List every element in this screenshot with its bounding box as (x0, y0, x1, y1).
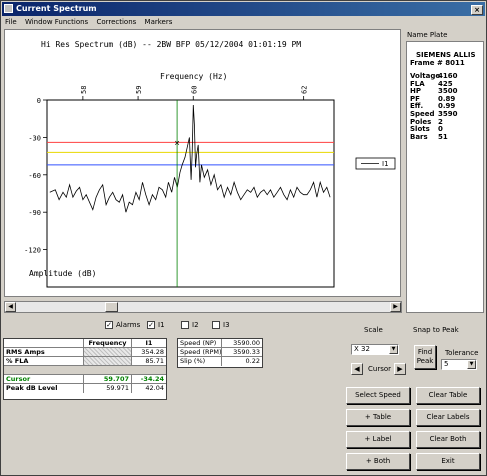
tolerance-select[interactable]: 5 ▼ (441, 359, 477, 370)
app-icon (4, 4, 13, 13)
cursor-label: Cursor (368, 365, 392, 373)
y-tick-label: 0 (37, 97, 41, 105)
results-table: Frequency I1 RMS Amps 354.28 % FLA 85.71… (3, 338, 167, 400)
speed-table: Speed (NP) 3590.00 Speed (RPM) 3590.33 S… (177, 338, 263, 368)
menu-window-functions[interactable]: Window Functions (22, 16, 91, 29)
table-row[interactable]: Speed (RPM) 3590.33 (178, 348, 262, 357)
nameplate-maker: SIEMENS ALLIS (416, 51, 476, 59)
exit-button[interactable]: Exit (416, 453, 480, 470)
menu-corrections[interactable]: Corrections (93, 16, 139, 29)
dropdown-arrow-icon[interactable]: ▼ (389, 345, 398, 354)
spectrum-chart-panel: Hi Res Spectrum (dB) -- 2BW BFP 05/12/20… (4, 29, 401, 297)
nameplate-label: Name Plate (407, 31, 448, 39)
snap-to-peak-label: Snap to Peak (413, 326, 459, 334)
chart-title: Hi Res Spectrum (dB) -- 2BW BFP 05/12/20… (41, 40, 301, 49)
nameplate-panel: SIEMENS ALLIS Frame # 8011 Voltage 4160 F… (406, 41, 484, 313)
table-row[interactable]: Slip (%) 0.22 (178, 357, 262, 366)
table-row[interactable]: % FLA 85.71 (4, 357, 166, 366)
table-row[interactable]: Cursor 59.707 -34.24 (4, 375, 166, 384)
checkbox-i1[interactable]: ✓ I1 (147, 321, 165, 329)
table-header-row: Frequency I1 (4, 339, 166, 348)
title-bar[interactable]: Current Spectrum × (2, 2, 485, 16)
add-both-button[interactable]: + Both (346, 453, 410, 470)
series-line-i1 (49, 104, 331, 213)
nameplate-frame: Frame # 8011 (410, 59, 465, 67)
cursor-right-button[interactable]: ▶ (394, 363, 406, 375)
dropdown-arrow-icon[interactable]: ▼ (467, 360, 476, 369)
clear-both-button[interactable]: Clear Both (416, 431, 480, 448)
menu-markers[interactable]: Markers (142, 16, 176, 29)
checkbox-i3[interactable]: I3 (212, 321, 230, 329)
spectrum-chart[interactable]: Hi Res Spectrum (dB) -- 2BW BFP 05/12/20… (5, 30, 400, 296)
menu-bar: File Window Functions Corrections Marker… (2, 16, 485, 29)
checkbox-alarms[interactable]: ✓ Alarms (105, 321, 140, 329)
close-icon[interactable]: × (471, 5, 483, 15)
x-axis-label: Frequency (Hz) (160, 72, 227, 81)
y-tick-label: -90 (28, 209, 41, 217)
y-tick-label: -30 (28, 134, 41, 142)
select-speed-button[interactable]: Select Speed (346, 387, 410, 404)
legend-label: I1 (382, 160, 389, 168)
find-peak-button[interactable]: Find Peak (414, 345, 436, 369)
cursor-left-button[interactable]: ◀ (351, 363, 363, 375)
table-spacer-row (4, 366, 166, 375)
y-axis-label: Amplitude (dB) (29, 269, 96, 278)
scroll-right-icon[interactable]: ▶ (390, 302, 401, 312)
table-row[interactable]: RMS Amps 354.28 (4, 348, 166, 357)
x-tick-label: 62 (301, 86, 309, 94)
menu-file[interactable]: File (2, 16, 20, 29)
x-tick-label: 60 (190, 86, 198, 94)
current-spectrum-window: Current Spectrum × File Window Functions… (0, 0, 487, 476)
clear-table-button[interactable]: Clear Table (416, 387, 480, 404)
table-row[interactable]: Peak dB Level 59.971 42.04 (4, 384, 166, 393)
checkbox-i2[interactable]: I2 (181, 321, 199, 329)
nameplate-row: Bars 51 (410, 132, 448, 141)
table-row[interactable]: Speed (NP) 3590.00 (178, 339, 262, 348)
plot-frame (46, 99, 335, 288)
horizontal-scrollbar[interactable]: ◀ ▶ (4, 301, 402, 313)
window-title: Current Spectrum (16, 4, 97, 13)
x-tick-label: 58 (80, 86, 88, 94)
y-tick-label: -120 (24, 247, 41, 255)
add-table-button[interactable]: + Table (346, 409, 410, 426)
cursor-marker: ✕ (174, 140, 180, 148)
add-label-button[interactable]: + Label (346, 431, 410, 448)
y-tick-label: -60 (28, 172, 41, 180)
tolerance-label: Tolerance (445, 349, 479, 357)
clear-labels-button[interactable]: Clear Labels (416, 409, 480, 426)
scale-select[interactable]: X 32 ▼ (351, 344, 399, 355)
x-tick-label: 59 (135, 86, 143, 94)
scroll-left-icon[interactable]: ◀ (5, 302, 16, 312)
scroll-thumb[interactable] (105, 302, 118, 312)
scale-label: Scale (364, 326, 383, 334)
